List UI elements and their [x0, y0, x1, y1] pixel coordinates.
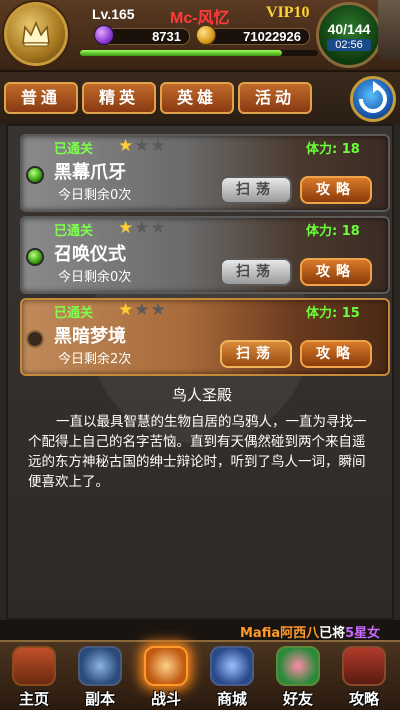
stage-select-radio[interactable] [26, 166, 44, 184]
nav-battle[interactable]: 战斗 [133, 642, 199, 710]
ticker-player: Mafia阿西八 [240, 626, 320, 640]
nav-shop[interactable]: 商城 [199, 642, 265, 710]
star-icon: ★ [150, 218, 167, 238]
tab-elite[interactable]: 精英 [82, 82, 156, 114]
stage-name: 召唤仪式 [54, 244, 126, 265]
stage-select-radio[interactable] [26, 248, 44, 266]
gems-count: 8731 [152, 29, 181, 44]
sweep-button[interactable]: 扫荡 [220, 176, 292, 204]
remaining-attempts: 今日剩余2次 [58, 352, 132, 367]
ticker-message: Mafia阿西八已将5星女 [240, 622, 380, 640]
star-icon: ★ [118, 136, 135, 156]
stage-name: 黑幕爪牙 [54, 162, 126, 183]
experience-fill [80, 50, 283, 56]
star-icon: ★ [118, 300, 135, 320]
stage-panel: 已通关 ★★★ 体力: 18 黑幕爪牙 今日剩余0次 扫荡 攻略 已通关 ★★★… [6, 124, 394, 620]
remaining-attempts: 今日剩余0次 [58, 270, 132, 285]
guide-button[interactable]: 攻略 [300, 176, 372, 204]
stage-card-3[interactable]: 已通关 ★★★ 体力: 15 黑暗梦境 今日剩余2次 扫荡 攻略 [20, 298, 390, 376]
tab-normal[interactable]: 普通 [4, 82, 78, 114]
nav-label: 主页 [18, 690, 49, 708]
stamina-cost: 体力: 15 [306, 306, 360, 321]
star-icon: ★ [134, 300, 151, 320]
cleared-label: 已通关 [54, 306, 94, 321]
star-icon: ★ [118, 218, 135, 238]
nav-label: 商城 [216, 690, 247, 708]
star-rating: ★★★ [118, 300, 167, 320]
star-rating: ★★★ [118, 136, 167, 156]
dungeon-description: 一直以最具智慧的生物自居的乌鸦人，一直为寻找一个配得上自己的名字苦恼。直到有天偶… [28, 414, 367, 490]
cleared-label: 已通关 [54, 142, 94, 157]
friends-icon [276, 646, 320, 686]
crown-badge-icon[interactable] [4, 2, 68, 66]
tab-event[interactable]: 活动 [238, 82, 312, 114]
star-icon: ★ [134, 136, 151, 156]
guide-button[interactable]: 攻略 [300, 258, 372, 286]
player-level: Lv.165 [92, 6, 135, 22]
purple-gem-icon [94, 25, 114, 45]
ticker-highlight: 5星女 [345, 626, 381, 640]
stage-card-2[interactable]: 已通关 ★★★ 体力: 18 召唤仪式 今日剩余0次 扫荡 攻略 [20, 216, 390, 294]
nav-dungeon[interactable]: 副本 [67, 642, 133, 710]
sweep-button[interactable]: 扫荡 [220, 258, 292, 286]
gold-bar[interactable]: 71022926 [204, 28, 310, 45]
bottom-nav: 主页 副本 战斗 商城 好友 攻略 [0, 640, 400, 710]
nav-label: 攻略 [348, 690, 379, 708]
stage-name: 黑暗梦境 [54, 326, 126, 347]
star-icon: ★ [134, 218, 151, 238]
nav-label: 战斗 [150, 690, 181, 708]
dungeon-title: 鸟人圣殿 [171, 386, 232, 404]
crown-icon [22, 21, 50, 47]
remaining-attempts: 今日剩余0次 [58, 188, 132, 203]
nav-label: 好友 [282, 690, 313, 708]
refresh-button[interactable] [350, 76, 396, 122]
stage-card-1[interactable]: 已通关 ★★★ 体力: 18 黑幕爪牙 今日剩余0次 扫荡 攻略 [20, 134, 390, 212]
star-icon: ★ [150, 136, 167, 156]
announcement-ticker: Mafia阿西八已将5星女 [0, 620, 400, 640]
gold-coin-icon [196, 25, 216, 45]
house-icon [12, 646, 56, 686]
top-status-bar: Lv.165 Mc-风忆 VIP10 8731 71022926 40/144 … [0, 0, 400, 72]
nav-label: 副本 [84, 690, 115, 708]
knight-helmet-icon [78, 646, 122, 686]
energy-count: 40/144 [327, 21, 371, 37]
sweep-button[interactable]: 扫荡 [220, 340, 292, 368]
cleared-label: 已通关 [54, 224, 94, 239]
owl-shop-icon [210, 646, 254, 686]
ticker-text: 已将 [319, 626, 346, 640]
book-icon [342, 646, 386, 686]
stamina-cost: 体力: 18 [306, 142, 360, 157]
energy-orb[interactable]: 40/144 02:56 [316, 2, 382, 68]
refresh-arrows-icon [359, 81, 387, 113]
experience-bar [80, 50, 318, 56]
stamina-cost: 体力: 18 [306, 224, 360, 239]
tab-hero[interactable]: 英雄 [160, 82, 234, 114]
crossed-swords-icon [144, 646, 188, 686]
nav-home[interactable]: 主页 [1, 642, 67, 710]
guide-button[interactable]: 攻略 [300, 340, 372, 368]
star-rating: ★★★ [118, 218, 167, 238]
nav-friends[interactable]: 好友 [265, 642, 331, 710]
star-icon: ★ [150, 300, 167, 320]
nav-guide[interactable]: 攻略 [331, 642, 397, 710]
gold-count: 71022926 [243, 29, 301, 44]
vip-level[interactable]: VIP10 [266, 4, 310, 22]
player-name: Mc-风忆 [170, 10, 230, 27]
stage-select-radio[interactable] [26, 330, 44, 348]
gargoyle-ornament [378, 0, 400, 60]
energy-timer: 02:56 [327, 39, 371, 51]
dungeon-tabs: 普通 精英 英雄 活动 [0, 72, 400, 124]
gems-bar[interactable]: 8731 [102, 28, 190, 45]
